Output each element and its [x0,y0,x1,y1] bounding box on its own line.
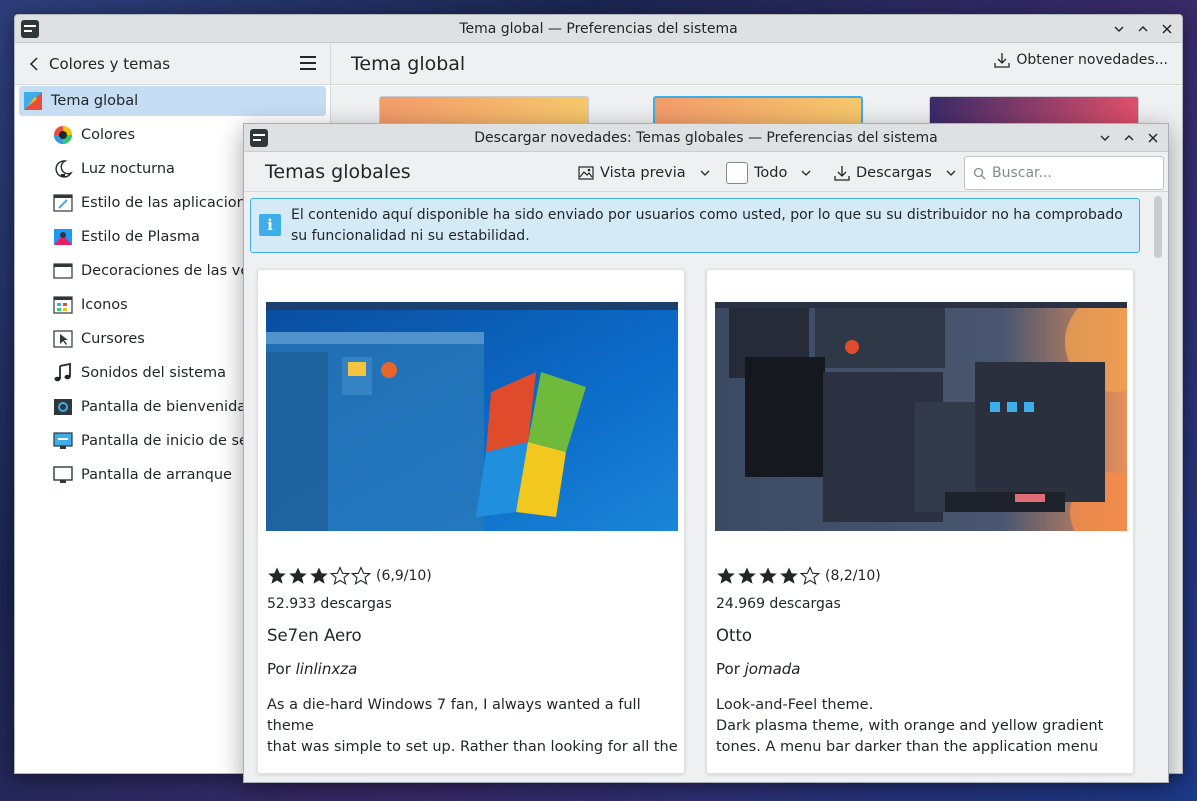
boot-screen-icon [53,465,73,485]
theme-thumbnail[interactable] [929,96,1139,126]
search-input[interactable] [992,165,1152,181]
view-mode-dropdown[interactable]: Vista previa [578,160,710,186]
dialog-heading: Temas globales [265,160,411,183]
dialog-titlebar[interactable]: Descargar novedades: Temas globales — Pr… [244,124,1168,152]
back-button-label[interactable]: Colores y temas [49,55,170,73]
star-filled-icon [289,567,307,584]
window-decorations-icon [53,261,73,281]
download-icon [994,53,1010,68]
app-style-icon [53,193,73,213]
search-icon [973,167,986,179]
theme-author: Por jomada [716,660,801,678]
titlebar[interactable]: Tema global — Preferencias del sistema [15,15,1182,43]
get-new-button[interactable]: Obtener novedades... [994,52,1168,68]
rating: (6,9/10) [267,566,432,586]
splash-screen-icon [53,397,73,417]
close-icon[interactable] [1146,131,1160,145]
maximize-icon[interactable] [1122,131,1136,145]
star-empty-icon [330,566,350,585]
theme-title[interactable]: Se7en Aero [267,626,362,645]
cursors-icon [53,329,73,349]
plasma-style-icon [53,227,73,247]
colors-icon [53,125,73,145]
star-empty-icon [351,566,371,585]
author-name[interactable]: linlinxza [296,660,358,678]
dialog-toolbar: Temas globales Vista previa Todo Descarg… [244,152,1168,192]
theme-card[interactable]: (8,2/10) 24.969 descargas Otto Por jomad… [706,269,1134,774]
night-light-icon [53,159,73,179]
page-title: Tema global [351,52,466,75]
scrollbar-handle[interactable] [1154,196,1162,258]
theme-thumbnail[interactable] [379,96,589,126]
filter-checkbox[interactable] [726,162,748,184]
search-box[interactable] [964,156,1164,190]
dialog-content: i El contenido aquí disponible ha sido e… [244,192,1168,782]
window-title: Tema global — Preferencias del sistema [459,20,738,37]
star-filled-icon [738,567,756,584]
theme-author: Por linlinxza [267,660,358,678]
global-theme-icon [23,91,43,111]
info-banner: i El contenido aquí disponible ha sido e… [250,198,1140,253]
chevron-down-icon [700,170,710,176]
dialog-title: Descargar novedades: Temas globales — Pr… [474,129,938,146]
music-note-icon [53,362,73,383]
maximize-icon[interactable] [1136,22,1150,36]
minimize-icon[interactable] [1112,22,1126,36]
star-filled-icon [759,567,777,584]
login-screen-icon [53,431,73,451]
star-filled-icon [268,567,286,584]
sidebar-item-global-theme[interactable]: Tema global [19,86,326,116]
hamburger-menu-icon[interactable] [300,55,316,70]
rating-text: (6,9/10) [376,568,432,584]
theme-thumbnail-selected[interactable] [653,96,863,126]
sort-dropdown[interactable]: Descargas [834,160,956,186]
theme-preview-image [715,302,1127,531]
get-new-label: Obtener novedades... [1016,52,1168,68]
info-icon: i [259,214,281,236]
star-empty-icon [800,566,820,585]
get-new-stuff-dialog: Descargar novedades: Temas globales — Pr… [243,123,1169,783]
theme-preview-image [266,302,678,531]
author-name[interactable]: jomada [745,660,801,678]
filter-dropdown[interactable]: Todo [726,160,811,186]
icons-icon [53,295,73,315]
download-count: 52.933 descargas [267,596,392,612]
rating: (8,2/10) [716,566,881,586]
back-arrow-icon[interactable] [27,56,41,72]
star-filled-icon [717,567,735,584]
chevron-down-icon [946,170,956,176]
info-text: El contenido aquí disponible ha sido env… [291,207,1123,244]
download-count: 24.969 descargas [716,596,841,612]
rating-text: (8,2/10) [825,568,881,584]
image-icon [578,166,594,180]
star-filled-icon [780,567,798,584]
minimize-icon[interactable] [1098,131,1112,145]
theme-card[interactable]: (6,9/10) 52.933 descargas Se7en Aero Por… [257,269,685,774]
download-icon [834,166,850,181]
theme-title[interactable]: Otto [716,626,752,645]
theme-description: Look-and-Feel theme. Dark plasma theme, … [716,697,1104,755]
close-icon[interactable] [1160,22,1174,36]
star-filled-icon [310,567,328,584]
theme-description: As a die-hard Windows 7 fan, I always wa… [267,697,678,755]
chevron-down-icon [801,170,811,176]
